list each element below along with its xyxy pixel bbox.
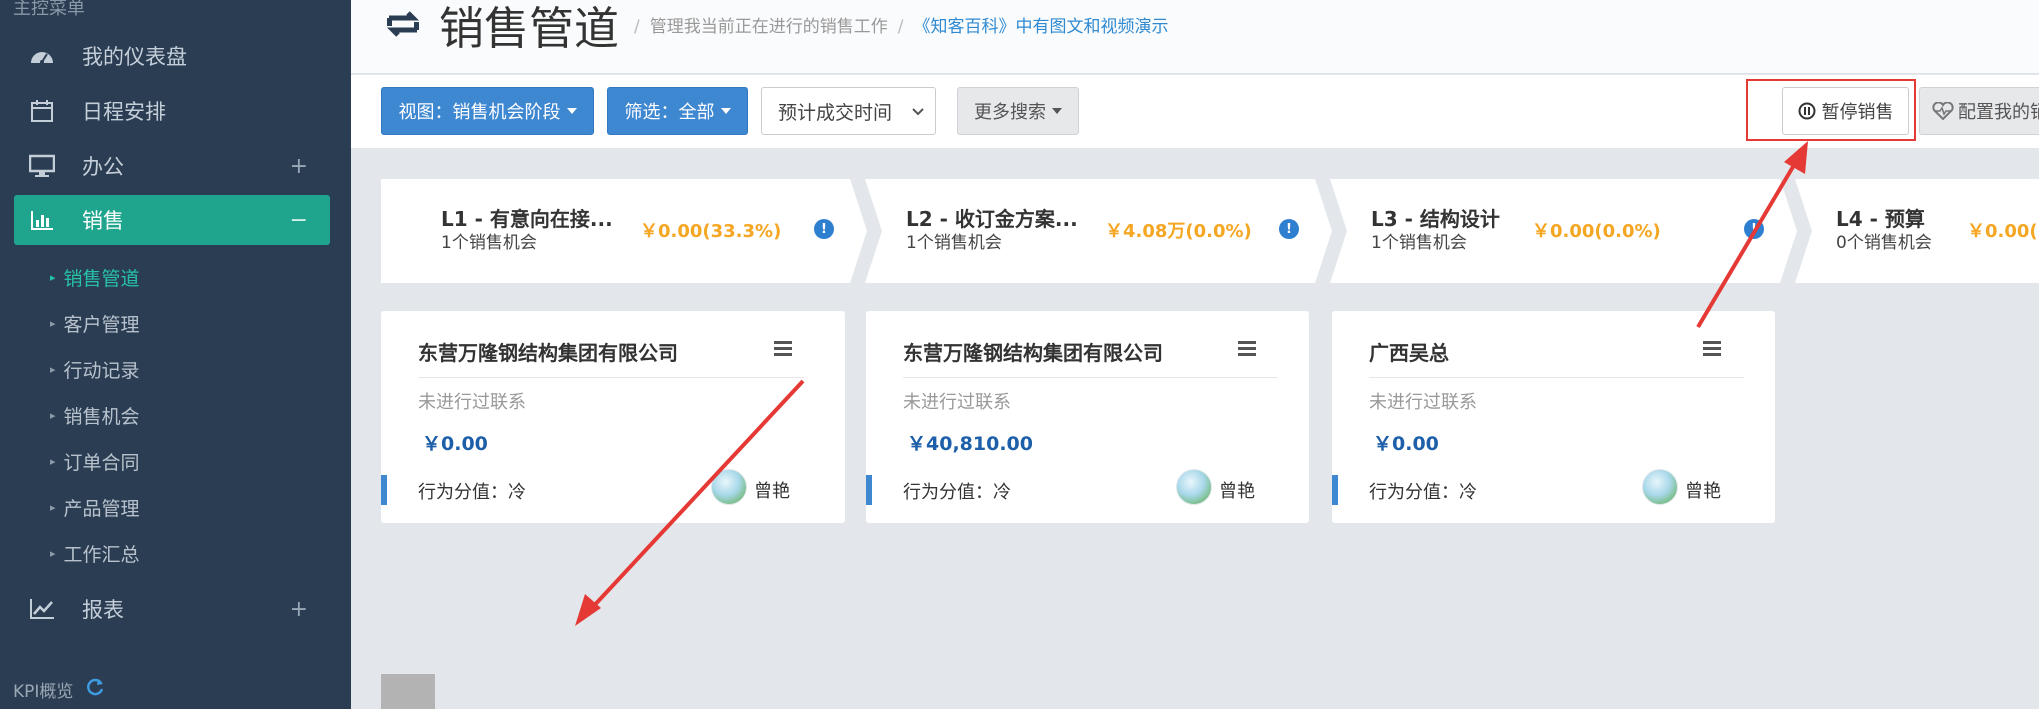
card-title: 广西吴总 xyxy=(1369,341,1449,365)
line-chart-icon xyxy=(28,595,56,623)
sidebar-subitem-opportunities[interactable]: ▸ 销售机会 xyxy=(50,402,140,429)
swap-icon xyxy=(383,4,423,48)
card-score: 行为分值：冷 xyxy=(418,482,526,503)
card-amount: ￥0.00 xyxy=(422,433,488,455)
sidebar-subitem-orders[interactable]: ▸ 订单合同 xyxy=(50,448,140,475)
sidebar-subitem-summary[interactable]: ▸ 工作汇总 xyxy=(50,540,140,567)
filter-dropdown-button[interactable]: 筛选：全部 xyxy=(607,87,748,135)
card-status: 未进行过联系 xyxy=(1369,392,1477,413)
expand-icon[interactable]: + xyxy=(290,154,308,179)
more-search-button[interactable]: 更多搜索 xyxy=(957,87,1079,135)
sidebar-item-label: 销售 xyxy=(82,209,124,233)
sidebar: 主控菜单 我的仪表盘 日程安排 办公 + 销售 − ▸ 销售管道 ▸ 客户管理 … xyxy=(0,0,351,709)
avatar xyxy=(1176,469,1212,505)
card-divider xyxy=(418,377,804,378)
refresh-icon[interactable] xyxy=(85,677,105,702)
avatar xyxy=(711,469,747,505)
card-amount: ￥0.00 xyxy=(1373,433,1439,455)
card-owner: 曾艳 xyxy=(754,481,790,502)
caret-down-icon xyxy=(566,108,577,114)
page-header: 销售管道 / 管理我当前正在进行的销售工作 / 《知客百科》中有图文和视频演示 xyxy=(351,0,2039,74)
bar-chart-icon xyxy=(28,206,56,234)
collapse-icon[interactable]: − xyxy=(290,208,308,233)
opportunity-card[interactable]: 东营万隆钢结构集团有限公司 未进行过联系 ￥40,810.00 行为分值：冷 曾… xyxy=(866,311,1309,523)
caret-right-icon: ▸ xyxy=(50,455,56,468)
configure-button[interactable]: 配置我的销 xyxy=(1919,87,2039,135)
heartbeat-icon xyxy=(1932,102,1954,120)
sidebar-item-office[interactable]: 办公 + xyxy=(14,141,330,191)
kpi-overview[interactable]: KPI概览 xyxy=(13,677,105,702)
annotation-highlight-box xyxy=(1746,79,1916,141)
card-score: 行为分值：冷 xyxy=(903,482,1011,503)
card-owner: 曾艳 xyxy=(1219,481,1255,502)
sidebar-item-reports[interactable]: 报表 + xyxy=(14,584,330,634)
card-title: 东营万隆钢结构集团有限公司 xyxy=(418,341,678,365)
info-icon[interactable]: ! xyxy=(814,219,834,239)
sort-select[interactable]: 预计成交时间 xyxy=(761,87,936,135)
caret-right-icon: ▸ xyxy=(50,317,56,330)
sidebar-item-schedule[interactable]: 日程安排 xyxy=(14,86,330,136)
card-owner: 曾艳 xyxy=(1685,481,1721,502)
card-divider xyxy=(1369,377,1744,378)
card-status: 未进行过联系 xyxy=(418,392,526,413)
sidebar-item-sales[interactable]: 销售 − xyxy=(14,195,330,245)
view-dropdown-button[interactable]: 视图：销售机会阶段 xyxy=(381,87,594,135)
card-title: 东营万隆钢结构集团有限公司 xyxy=(903,341,1163,365)
card-accent-bar xyxy=(1332,475,1338,505)
caret-down-icon xyxy=(1052,108,1062,114)
desktop-icon xyxy=(28,152,56,180)
avatar xyxy=(1642,469,1678,505)
menu-icon[interactable] xyxy=(1703,341,1721,357)
chevron-down-icon xyxy=(911,102,925,127)
placeholder-block xyxy=(381,674,435,709)
sidebar-header: 主控菜单 xyxy=(13,0,85,19)
caret-right-icon: ▸ xyxy=(50,501,56,514)
card-accent-bar xyxy=(866,475,872,505)
sidebar-item-label: 办公 xyxy=(82,155,124,179)
breadcrumb: / 管理我当前正在进行的销售工作 / 《知客百科》中有图文和视频演示 xyxy=(634,17,1169,37)
card-score: 行为分值：冷 xyxy=(1369,482,1477,503)
sidebar-subitem-activities[interactable]: ▸ 行动记录 xyxy=(50,356,140,383)
sidebar-subitem-pipeline[interactable]: ▸ 销售管道 xyxy=(50,264,140,291)
caret-down-icon xyxy=(720,108,731,114)
card-amount: ￥40,810.00 xyxy=(907,433,1033,455)
help-link[interactable]: 《知客百科》中有图文和视频演示 xyxy=(913,17,1168,37)
info-icon[interactable]: ! xyxy=(1279,219,1299,239)
sidebar-item-label: 日程安排 xyxy=(82,100,166,124)
sidebar-item-label: 我的仪表盘 xyxy=(82,45,187,69)
caret-right-icon: ▸ xyxy=(50,271,56,284)
card-status: 未进行过联系 xyxy=(903,392,1011,413)
caret-right-icon: ▸ xyxy=(50,409,56,422)
sidebar-subitem-products[interactable]: ▸ 产品管理 xyxy=(50,494,140,521)
info-icon[interactable]: ! xyxy=(1744,219,1764,239)
menu-icon[interactable] xyxy=(774,341,792,357)
sidebar-item-dashboard[interactable]: 我的仪表盘 xyxy=(14,31,330,81)
expand-icon[interactable]: + xyxy=(290,597,308,622)
opportunity-card[interactable]: 广西吴总 未进行过联系 ￥0.00 行为分值：冷 曾艳 xyxy=(1332,311,1775,523)
caret-right-icon: ▸ xyxy=(50,363,56,376)
caret-right-icon: ▸ xyxy=(50,547,56,560)
menu-icon[interactable] xyxy=(1238,341,1256,357)
dashboard-icon xyxy=(28,42,56,70)
opportunity-card[interactable]: 东营万隆钢结构集团有限公司 未进行过联系 ￥0.00 行为分值：冷 曾艳 xyxy=(381,311,845,523)
pipeline-stages: L1 - 有意向在接... 1个销售机会 ￥0.00(33.3%) ! L2 -… xyxy=(381,179,2039,283)
calendar-icon xyxy=(28,97,56,125)
sidebar-item-label: 报表 xyxy=(82,598,124,622)
card-accent-bar xyxy=(381,475,387,505)
sidebar-subitem-customers[interactable]: ▸ 客户管理 xyxy=(50,310,140,337)
card-divider xyxy=(903,377,1278,378)
page-title: 销售管道 xyxy=(439,2,620,55)
